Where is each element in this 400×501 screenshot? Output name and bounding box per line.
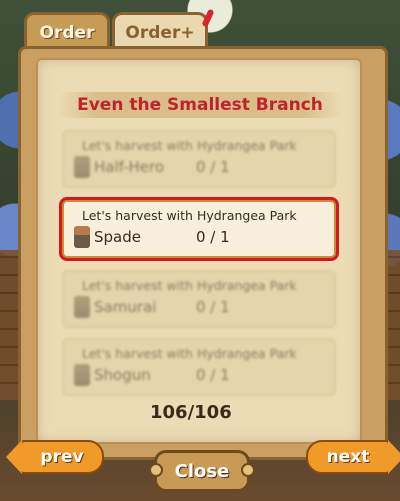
order-character: Spade	[94, 228, 141, 246]
order-progress: 0 / 1	[196, 228, 230, 246]
order-card[interactable]: Let's harvest with Hydrangea Park Half-H…	[62, 130, 336, 188]
order-progress: 0 / 1	[196, 366, 230, 384]
tab-order-plus-label: Order+	[125, 23, 195, 43]
prev-button[interactable]: prev	[6, 440, 104, 474]
page-indicator: 106/106	[150, 402, 232, 423]
next-button-label: next	[326, 447, 370, 467]
order-progress: 0 / 1	[196, 298, 230, 316]
order-quest: Let's harvest with Hydrangea Park	[82, 138, 297, 153]
prev-button-label: prev	[40, 447, 84, 467]
page-current: 106	[150, 402, 188, 423]
order-card-selected[interactable]: Let's harvest with Hydrangea Park Spade …	[62, 200, 336, 258]
panel-title: Even the Smallest Branch	[77, 95, 323, 115]
close-right-ornament-icon	[241, 463, 255, 477]
order-quest: Let's harvest with Hydrangea Park	[82, 278, 297, 293]
panel-banner: Even the Smallest Branch	[56, 88, 344, 122]
character-avatar-icon	[74, 364, 90, 386]
order-character: Half-Hero	[94, 158, 165, 176]
character-avatar-icon	[74, 156, 90, 178]
order-quest: Let's harvest with Hydrangea Park	[82, 208, 297, 223]
order-card[interactable]: Let's harvest with Hydrangea Park Shogun…	[62, 338, 336, 396]
tab-order-label: Order	[39, 23, 95, 43]
close-left-ornament-icon	[149, 463, 163, 477]
order-card[interactable]: Let's harvest with Hydrangea Park Samura…	[62, 270, 336, 328]
close-button[interactable]: Close	[149, 450, 255, 492]
close-button-label: Close	[174, 460, 230, 482]
character-avatar-icon	[74, 226, 90, 248]
character-avatar-icon	[74, 296, 90, 318]
order-progress: 0 / 1	[196, 158, 230, 176]
order-quest: Let's harvest with Hydrangea Park	[82, 346, 297, 361]
order-character: Shogun	[94, 366, 151, 384]
page-total: 106	[194, 402, 232, 423]
order-character: Samurai	[94, 298, 157, 316]
next-button[interactable]: next	[306, 440, 400, 474]
